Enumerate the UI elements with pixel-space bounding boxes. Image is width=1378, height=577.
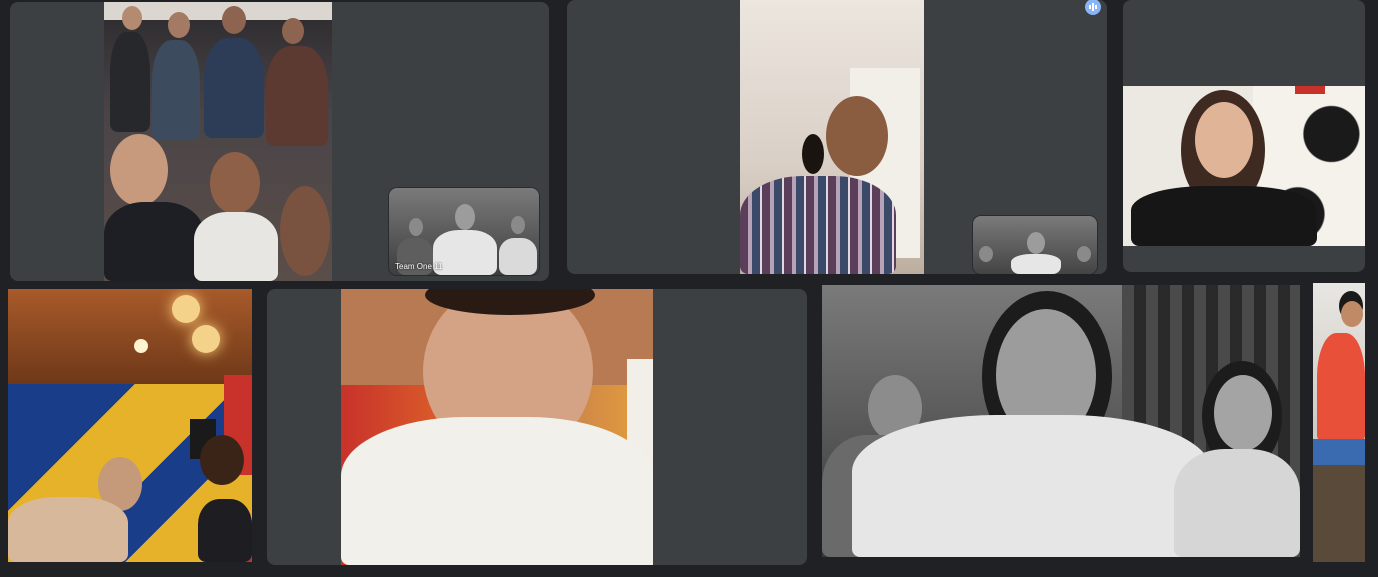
participant-video-1 — [104, 2, 332, 281]
participant-video-4 — [8, 289, 252, 562]
participant-tile-6[interactable] — [822, 285, 1300, 557]
participant-tile-1[interactable]: Team One 11 — [10, 2, 549, 281]
participant-video-6 — [822, 285, 1300, 557]
self-view-thumbnail[interactable]: Team One 11 — [389, 188, 539, 275]
self-view-label: Team One 11 — [395, 262, 443, 271]
participant-video-7 — [1313, 283, 1365, 562]
speaking-indicator-icon — [1085, 0, 1101, 15]
participant-video-3 — [1123, 86, 1365, 246]
participant-tile-7[interactable] — [1313, 283, 1365, 562]
participant-tile-3[interactable] — [1123, 0, 1365, 272]
participant-tile-4[interactable] — [8, 289, 252, 562]
participant-thumbnail-2 — [973, 216, 1097, 274]
participant-video-2 — [740, 0, 924, 274]
bottom-toolbar-edge — [0, 565, 1378, 577]
participant-video-5 — [341, 289, 653, 565]
participant-tile-5[interactable] — [267, 289, 807, 565]
participant-tile-2[interactable] — [567, 0, 1107, 274]
